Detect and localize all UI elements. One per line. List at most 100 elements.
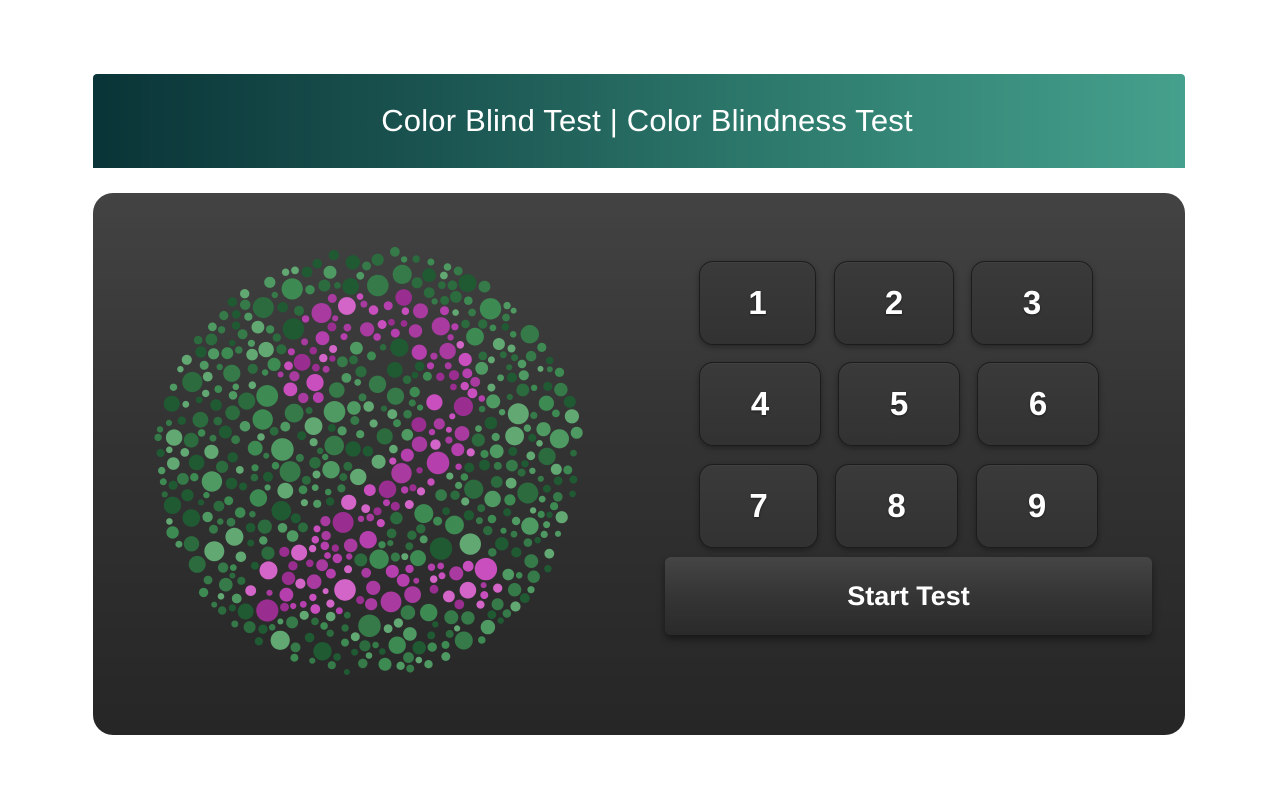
figure-dot [331,544,339,552]
background-dot [270,630,290,650]
background-dot [550,463,562,475]
background-dot [427,258,435,266]
background-dot [441,652,451,661]
background-dot [363,401,374,412]
figure-dot [309,346,318,355]
background-dot [213,500,225,512]
background-dot [487,610,497,620]
figure-dot [332,511,354,533]
background-dot [506,393,513,401]
figure-dot [322,365,330,373]
background-dot [406,664,415,673]
background-dot [249,489,268,507]
background-dot [183,536,200,552]
background-dot [483,525,493,536]
background-dot [345,441,361,457]
background-dot [478,405,486,413]
figure-dot [366,513,375,522]
background-dot [166,446,173,454]
answer-button-2[interactable]: 2 [834,261,954,345]
background-dot [166,526,179,539]
background-dot [550,502,559,511]
background-dot [318,279,331,292]
answer-button-4[interactable]: 4 [699,362,821,446]
background-dot [371,454,386,469]
answer-button-5[interactable]: 5 [838,362,960,446]
figure-dot [266,589,273,596]
figure-dot [332,553,343,564]
background-dot [238,392,256,410]
figure-dot [295,578,306,589]
background-dot [422,268,436,283]
background-dot [269,426,279,436]
background-dot [218,425,232,439]
background-dot [251,320,265,334]
background-dot [290,642,301,653]
background-dot [337,426,347,436]
background-dot [159,478,167,486]
background-dot [237,603,254,620]
background-dot [282,318,305,340]
background-dot [231,435,240,445]
background-dot [517,468,526,477]
background-dot [506,459,518,472]
background-dot [480,449,489,459]
background-dot [350,468,367,486]
answer-button-8[interactable]: 8 [835,464,958,548]
background-dot [301,266,313,278]
answer-button-9[interactable]: 9 [976,464,1098,548]
background-dot [416,524,426,534]
background-dot [507,344,516,353]
background-dot [180,448,190,457]
background-dot [412,641,426,655]
background-dot [286,616,299,629]
answer-button-3[interactable]: 3 [971,261,1093,345]
background-dot [487,383,496,392]
background-dot [530,411,538,419]
background-dot [234,507,246,518]
answer-button-1[interactable]: 1 [699,261,816,345]
background-dot [304,417,323,435]
background-dot [291,266,299,275]
answer-button-6[interactable]: 6 [977,362,1099,446]
background-dot [190,473,199,482]
background-dot [219,577,233,592]
background-dot [210,399,222,411]
background-dot [277,482,294,499]
background-dot [237,576,246,585]
background-dot [390,338,409,357]
background-dot [235,466,244,474]
background-dot [411,371,419,379]
figure-dot [404,500,414,509]
background-dot [211,601,218,608]
background-dot [271,501,292,521]
figure-dot [458,352,472,367]
background-dot [487,356,495,364]
background-dot [517,359,527,369]
background-dot [538,447,556,466]
background-dot [257,519,272,534]
figure-dot [280,602,289,612]
start-test-button[interactable]: Start Test [665,557,1152,635]
background-dot [365,652,373,659]
background-dot [358,658,368,669]
background-dot [400,605,416,620]
figure-dot [451,323,459,331]
background-dot [500,527,507,534]
plate-dots [154,246,583,675]
background-dot [337,356,348,368]
background-dot [337,484,346,493]
page-header: Color Blind Test | Color Blindness Test [93,74,1185,168]
background-dot [325,497,335,506]
figure-dot [315,331,330,346]
answer-button-7[interactable]: 7 [699,464,818,548]
background-dot [387,540,394,547]
background-dot [440,271,448,280]
figure-dot [287,348,295,356]
background-dot [343,461,353,471]
background-dot [354,379,362,386]
background-dot [213,416,223,426]
figure-dot [466,448,475,457]
background-dot [378,657,392,671]
figure-dot [321,530,331,541]
